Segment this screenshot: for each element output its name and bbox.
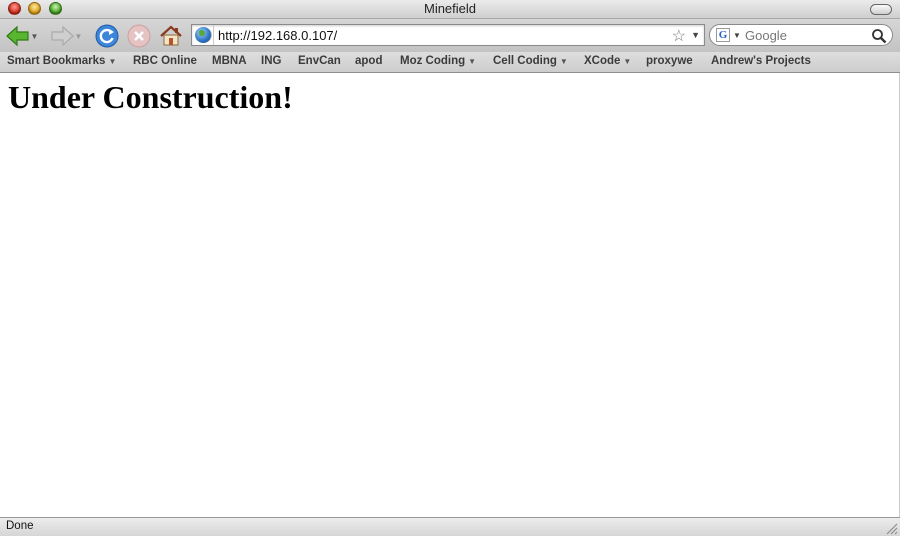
navigation-toolbar: ▼ ▼ http://192.168.0.107/ ☆ ▼ G ▼ Google bbox=[0, 19, 900, 52]
bookmark-cell-coding[interactable]: Cell Coding ▼ bbox=[493, 55, 568, 67]
bookmark-envcan[interactable]: EnvCan bbox=[298, 55, 341, 67]
stop-button[interactable] bbox=[126, 22, 152, 50]
stop-icon bbox=[127, 24, 151, 48]
chevron-down-icon: ▼ bbox=[559, 57, 568, 66]
bookmark-label: RBC Online bbox=[133, 55, 197, 67]
google-engine-icon[interactable]: G bbox=[716, 28, 730, 42]
bookmark-label: proxywe bbox=[646, 55, 693, 67]
chevron-down-icon: ▼ bbox=[623, 57, 632, 66]
bookmark-smart-bookmarks[interactable]: Smart Bookmarks ▼ bbox=[7, 55, 116, 67]
title-bar: Minefield bbox=[0, 0, 900, 19]
bookmark-rbc-online[interactable]: RBC Online bbox=[133, 55, 197, 67]
bookmark-apod[interactable]: apod bbox=[355, 55, 382, 67]
reload-icon bbox=[95, 24, 119, 48]
page-heading: Under Construction! bbox=[8, 79, 293, 115]
bookmark-star-icon[interactable]: ☆ bbox=[672, 26, 686, 46]
status-text: Done bbox=[6, 520, 34, 532]
back-button[interactable]: ▼ bbox=[4, 22, 40, 50]
search-engine-dropdown-icon[interactable]: ▼ bbox=[733, 31, 741, 40]
window-title: Minefield bbox=[423, 1, 477, 16]
back-dropdown-icon[interactable]: ▼ bbox=[31, 32, 39, 41]
bookmark-mbna[interactable]: MBNA bbox=[212, 55, 247, 67]
url-bar[interactable]: http://192.168.0.107/ ☆ ▼ bbox=[191, 24, 705, 46]
home-icon bbox=[160, 25, 182, 46]
resize-grip-icon[interactable] bbox=[884, 521, 898, 535]
search-icon[interactable] bbox=[871, 28, 887, 44]
bookmark-proxywe[interactable]: proxywe bbox=[646, 55, 693, 67]
bookmark-label: Andrew's Projects bbox=[711, 55, 811, 67]
bookmark-label: Moz Coding bbox=[400, 55, 466, 67]
bookmark-andrews-projects[interactable]: Andrew's Projects bbox=[711, 55, 811, 67]
bookmark-label: MBNA bbox=[212, 55, 247, 67]
bookmark-label: ING bbox=[261, 55, 282, 67]
page-content: Under Construction! bbox=[0, 73, 900, 517]
url-history-dropdown-icon[interactable]: ▼ bbox=[691, 30, 700, 40]
bookmark-ing[interactable]: ING bbox=[261, 55, 281, 67]
search-box[interactable]: G ▼ Google bbox=[709, 24, 893, 46]
bookmarks-toolbar: Smart Bookmarks ▼ RBC Online MBNA ING Env… bbox=[0, 52, 900, 73]
bookmark-moz-coding[interactable]: Moz Coding ▼ bbox=[400, 55, 476, 67]
reload-button[interactable] bbox=[94, 22, 120, 50]
bookmark-label: EnvCan bbox=[298, 55, 341, 67]
forward-button[interactable]: ▼ bbox=[48, 22, 84, 50]
forward-dropdown-icon[interactable]: ▼ bbox=[75, 32, 83, 41]
bookmark-label: Cell Coding bbox=[493, 55, 557, 67]
search-input[interactable]: Google bbox=[745, 28, 787, 43]
home-button[interactable] bbox=[158, 22, 184, 50]
bookmark-label: XCode bbox=[584, 55, 621, 67]
url-separator bbox=[213, 25, 214, 45]
chevron-down-icon: ▼ bbox=[468, 57, 477, 66]
bookmark-label: apod bbox=[355, 55, 383, 67]
status-bar: Done bbox=[0, 517, 900, 536]
bookmark-label: Smart Bookmarks bbox=[7, 55, 106, 67]
site-globe-icon bbox=[195, 27, 212, 43]
chevron-down-icon: ▼ bbox=[108, 57, 117, 66]
bookmark-xcode[interactable]: XCode ▼ bbox=[584, 55, 631, 67]
forward-arrow-icon bbox=[50, 25, 74, 47]
back-arrow-icon bbox=[5, 25, 29, 47]
toolbar-toggle-button[interactable] bbox=[870, 4, 892, 15]
url-input[interactable]: http://192.168.0.107/ bbox=[218, 28, 337, 43]
